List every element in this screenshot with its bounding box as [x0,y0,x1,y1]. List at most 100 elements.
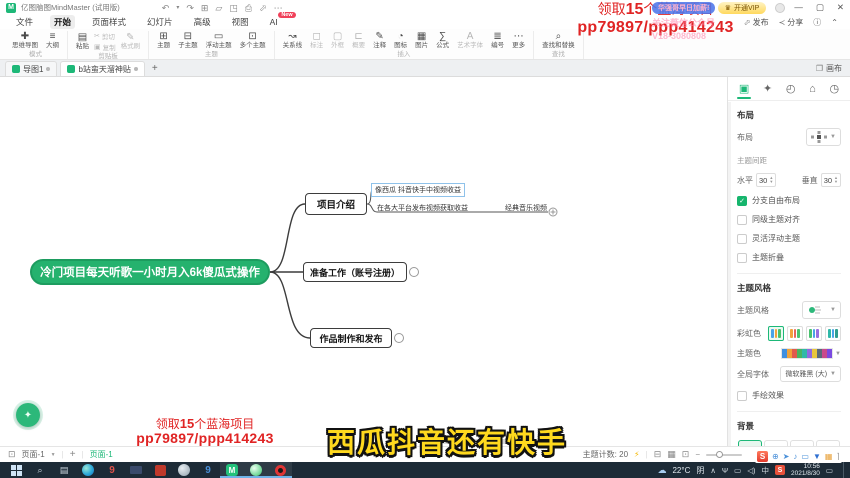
boundary-button[interactable]: ▢ 外框 [328,31,347,50]
global-font-dropdown[interactable]: 微软雅黑 (大) ▼ [780,366,841,382]
taskbar-app-recorder[interactable] [268,462,292,478]
branch-topic-intro[interactable]: 项目介绍 [305,193,367,215]
page-selector[interactable]: 页面-1 [22,449,45,460]
microphone-icon[interactable]: Ψ [722,466,728,475]
tab-page-style[interactable]: 页面样式 [88,15,130,29]
checkbox-align-sibling-topics[interactable]: 同级主题对齐 [737,214,841,225]
taskbar-app-edge[interactable] [76,462,100,478]
paste-button[interactable]: ▤ 粘贴 [73,32,92,51]
canvas-toggle[interactable]: ❐ 画布 [816,63,842,74]
subtopic-button[interactable]: ⊟ 子主题 [175,31,201,50]
mindmap-mode-button[interactable]: ✚ 思维导图 [9,31,41,50]
zoom-slider[interactable] [706,454,742,456]
taskbar-app-red9[interactable]: 9 [100,462,124,478]
zoom-out-button[interactable]: − [695,450,700,459]
close-button[interactable]: ✕ [837,2,844,13]
taskbar-app-greenball[interactable] [244,462,268,478]
rainbow-swatch-3[interactable] [806,326,822,341]
show-desktop-button[interactable] [843,462,846,478]
taskbar-app-blue9[interactable]: 9 [196,462,220,478]
page-preview-icon[interactable]: ⊟ [654,449,662,460]
save-icon[interactable]: ◳ [229,3,238,13]
ime-filter-icon[interactable]: ▼ [813,452,821,462]
comment-button[interactable]: ✎ 注释 [370,31,389,50]
rainbow-swatch-1[interactable] [768,326,784,341]
weather-cloud-icon[interactable]: ☁ [657,465,666,476]
task-view-button[interactable]: ▤ [52,462,76,478]
summary-button[interactable]: ⊏ 概要 [349,31,368,50]
tab-slideshow[interactable]: 幻灯片 [143,15,177,29]
callout-button[interactable]: ◻ 标注 [307,31,326,50]
zoom-slider-knob[interactable] [716,451,723,458]
ime-collapse-icon[interactable]: ⌉ [836,452,839,462]
vip-button[interactable]: ♛ 开通VIP [718,2,767,14]
minimize-button[interactable]: — [794,2,803,13]
tab-close-dot[interactable] [134,67,138,71]
undo-icon[interactable]: ↶ [162,3,170,13]
grid-view-icon[interactable]: ▦ [667,449,676,460]
document-tab-1[interactable]: 导图1 [5,61,57,76]
ime-voice-icon[interactable]: ♪ [793,452,797,462]
current-page-label[interactable]: 页面-1 [90,449,113,460]
insert-icon-button[interactable]: ◔ 图标 [391,31,410,50]
tab-close-dot[interactable] [46,67,50,71]
ime-cursor-icon[interactable]: ➤ [783,452,790,462]
recent-icon[interactable]: ◷ [827,79,841,98]
ime-mode-indicator[interactable]: 中 [761,465,769,476]
sogou-logo-icon[interactable]: S [757,451,768,462]
checkbox-hand-drawn[interactable]: 手绘效果 [737,390,841,401]
theme-style-dropdown[interactable]: ▼ [802,301,841,319]
format-painter-button[interactable]: ✎ 格式刷 [118,32,144,51]
fit-screen-icon[interactable]: ⊡ [682,449,690,460]
ime-skin-icon[interactable]: ⊕ [772,452,779,462]
hidden-icons-chevron[interactable]: ∧ [710,466,716,475]
floating-action-button[interactable]: ✦ [16,403,40,427]
numbering-button[interactable]: ≣ 编号 [488,31,507,50]
volume-icon[interactable]: ◁) [747,466,755,475]
taskbar-app-mindmaster[interactable]: M [220,462,244,478]
print-icon[interactable]: ⎙ [245,3,252,13]
more-icon[interactable]: ⋯ [274,3,283,13]
rainbow-swatch-2[interactable] [787,326,803,341]
layout-dropdown[interactable]: ▼ [806,128,841,146]
chevron-down-icon[interactable]: ▼ [51,452,56,458]
taskbar-app-red-square[interactable] [148,462,172,478]
open-file-icon[interactable]: ▱ [215,3,222,13]
tab-file[interactable]: 文件 [12,15,37,29]
mindmap-canvas[interactable]: 冷门项目每天听歌一小时月入6k傻瓜式操作 项目介绍 准备工作（账号注册） 作品制… [0,77,727,446]
relationship-button[interactable]: ↝ 关系线 [280,31,306,50]
vertical-spacing-stepper[interactable]: 30 ▲▼ [821,173,841,187]
upgrade-bolt-icon[interactable]: ⚡ [634,450,640,459]
presentation-icon[interactable]: ⊡ [8,449,16,460]
rainbow-swatch-4[interactable] [825,326,841,341]
add-page-button[interactable]: + [70,449,76,460]
tab-advanced[interactable]: 高级 [190,15,215,29]
new-tab-button[interactable]: + [152,63,158,74]
redo-icon[interactable]: ↷ [186,3,194,13]
cut-button[interactable]: ✂ 剪切 [94,31,116,41]
taskbar-app-laptop[interactable] [124,462,148,478]
collapse-ribbon-button[interactable]: ⌃ [831,18,838,27]
multi-topic-button[interactable]: ⊡ 多个主题 [237,31,269,50]
style-icon[interactable]: ⌂ [807,80,818,98]
undo-dropdown-icon[interactable]: ▾ [176,3,179,13]
export-icon[interactable]: ⬀ [259,3,267,13]
weather-temp[interactable]: 22°C [672,466,690,475]
floating-topic-button[interactable]: ▭ 浮动主题 [203,31,235,50]
ime-toolbox-icon[interactable]: ▦ [825,452,833,462]
picture-button[interactable]: ▦ 图片 [412,31,431,50]
clock[interactable]: 10:56 2021/8/30 [791,463,820,477]
taskbar-app-sphere[interactable] [172,462,196,478]
formula-button[interactable]: ∑ 公式 [433,31,452,50]
maximize-button[interactable]: ▢ [816,2,824,13]
central-topic[interactable]: 冷门项目每天听歌一小时月入6k傻瓜式操作 [30,259,270,285]
history-icon[interactable]: ◴ [784,79,798,98]
more-insert-button[interactable]: ⋯ 更多 [509,31,528,50]
branch-topic-production[interactable]: 作品制作和发布 [310,328,392,348]
stepper-arrows-icon[interactable]: ▲▼ [769,176,773,184]
wordart-button[interactable]: A 艺术字体 [454,31,486,50]
help-button[interactable]: ⓘ [813,17,821,28]
theme-color-dropdown[interactable]: ▼ [781,348,841,359]
beautify-icon[interactable]: ✦ [761,79,774,98]
subtopic-platforms[interactable]: 在各大平台发布视频获取收益 [377,203,468,213]
